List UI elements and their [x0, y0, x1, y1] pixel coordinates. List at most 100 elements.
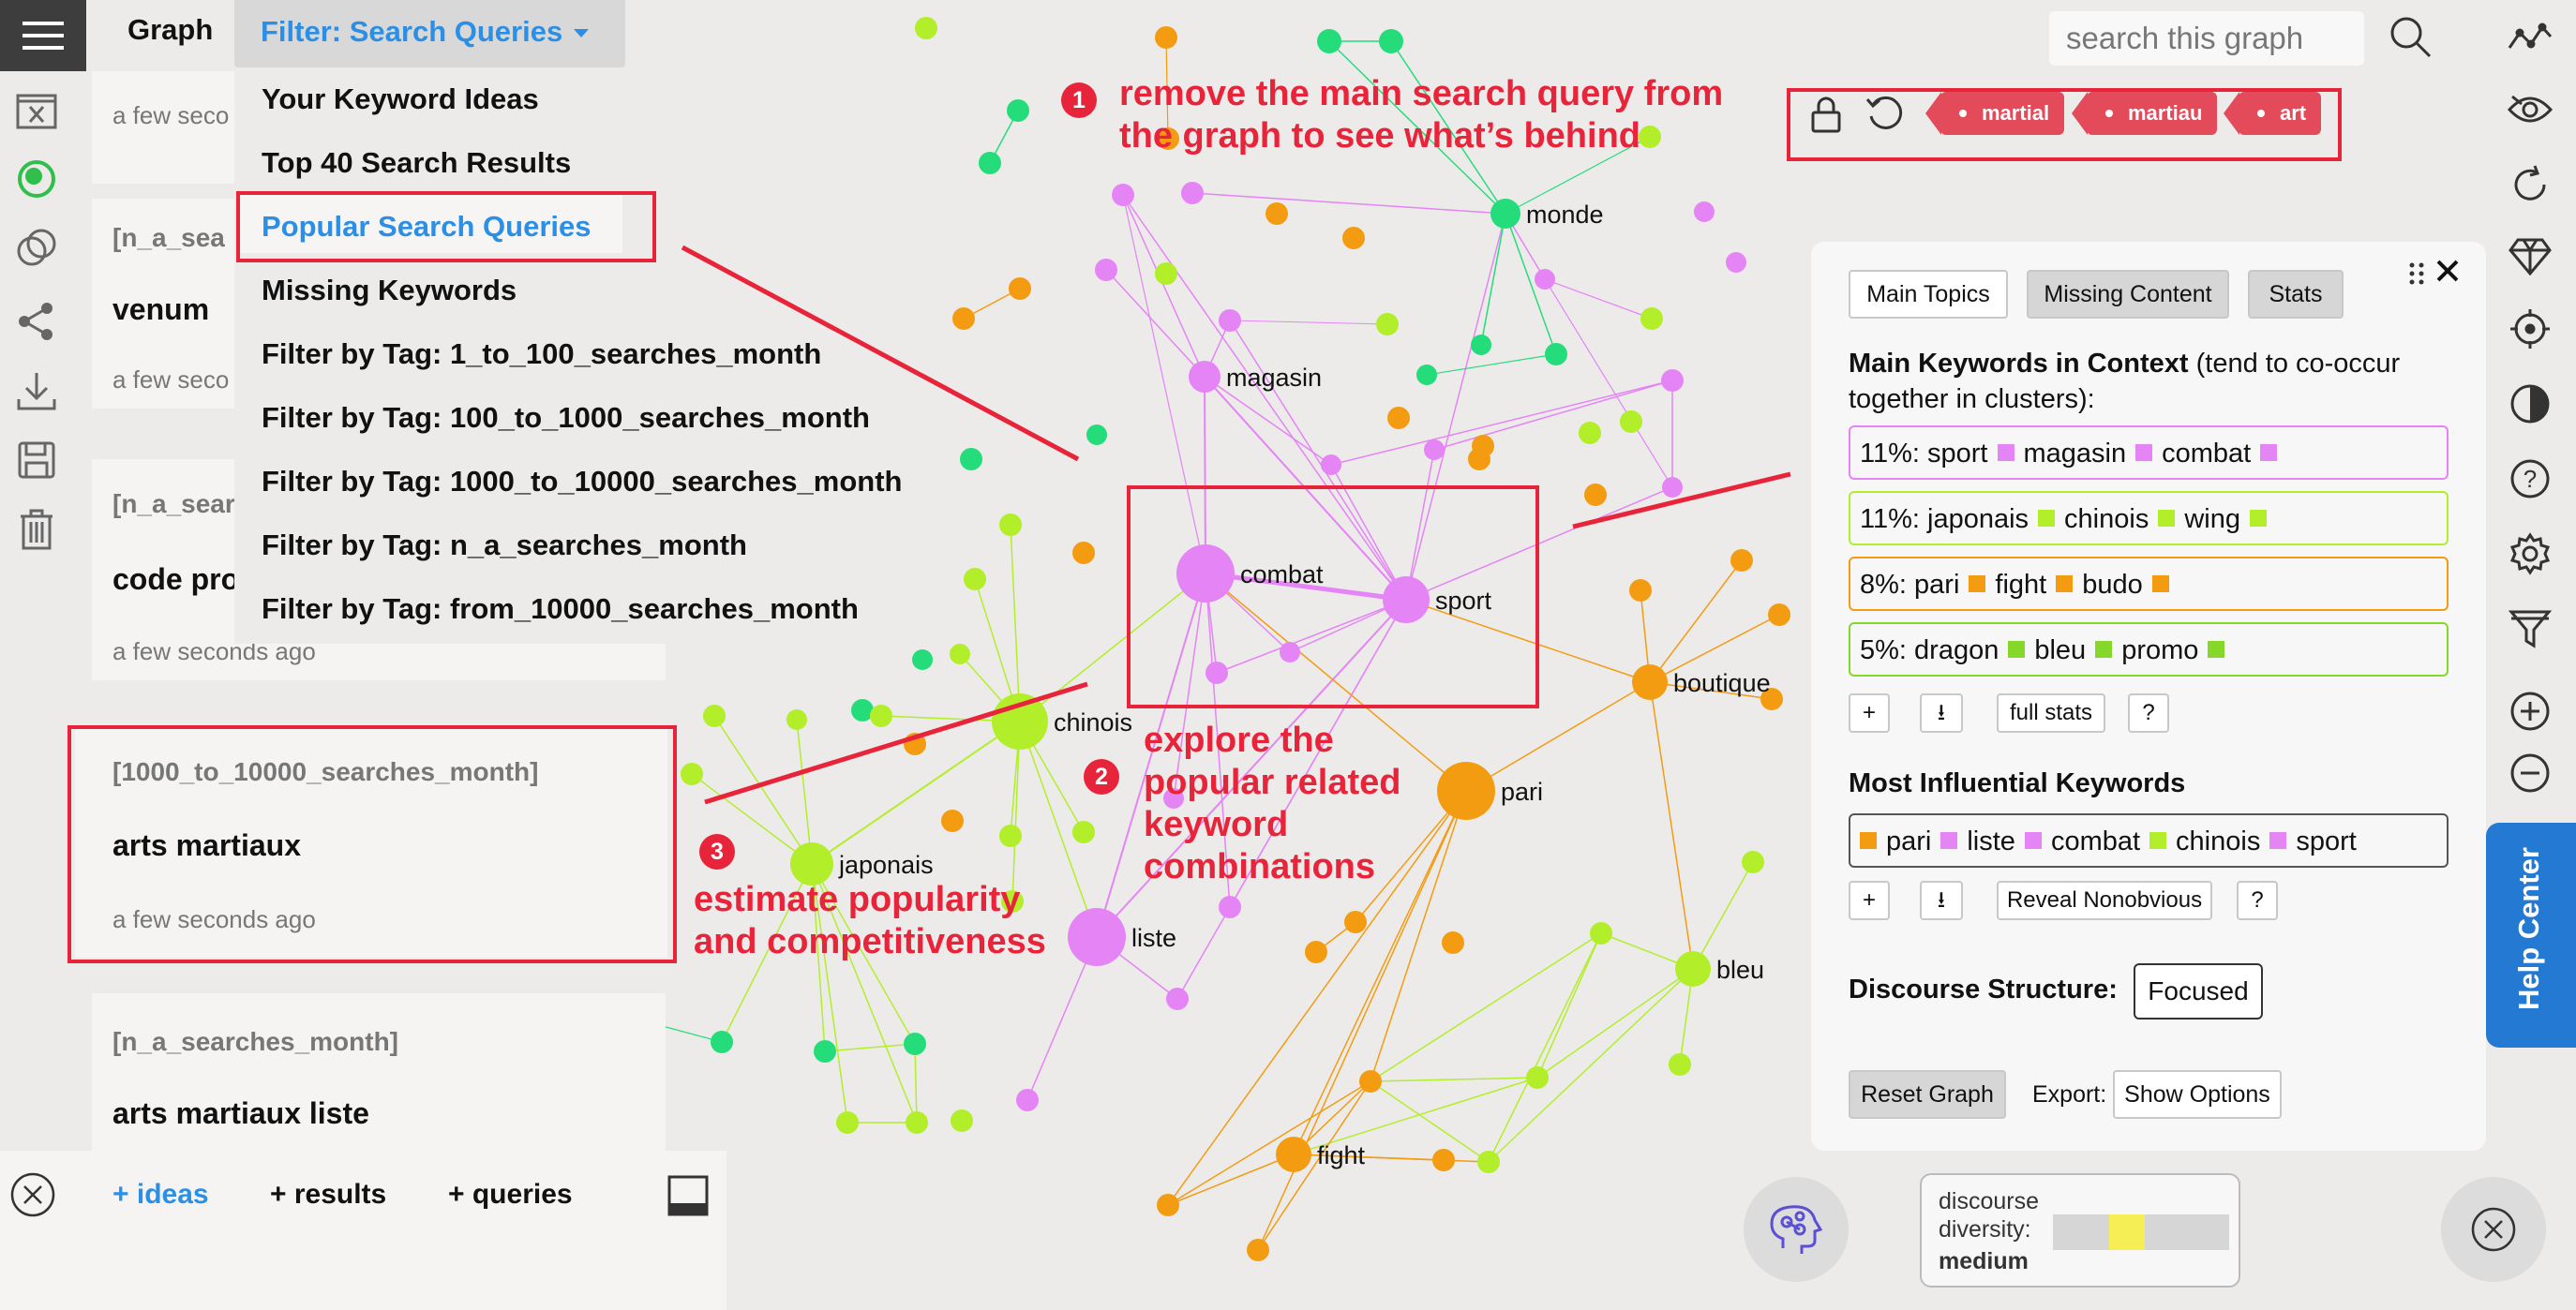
graph-node[interactable]: [1629, 579, 1652, 602]
graph-node[interactable]: [1579, 422, 1601, 444]
share-icon[interactable]: [13, 298, 60, 345]
graph-node[interactable]: [1545, 343, 1567, 365]
menu-item-tag-10000[interactable]: Filter by Tag: from_10000_searches_month: [262, 592, 859, 626]
graph-node[interactable]: [1068, 908, 1126, 966]
save-icon[interactable]: [13, 437, 60, 484]
menu-icon[interactable]: [0, 0, 86, 71]
graph-node[interactable]: [1694, 201, 1715, 222]
graph-node[interactable]: [979, 152, 1001, 174]
graph-node[interactable]: [1016, 1089, 1039, 1111]
graph-node[interactable]: [1620, 410, 1642, 433]
graph-node[interactable]: [960, 448, 982, 470]
graph-node[interactable]: [1181, 182, 1204, 204]
brain-assistant-button[interactable]: [1744, 1177, 1849, 1282]
graph-node[interactable]: [1086, 424, 1107, 445]
target-icon[interactable]: [2503, 302, 2557, 356]
graph-node-label[interactable]: magasin: [1226, 364, 1322, 392]
graph-node[interactable]: [1442, 931, 1464, 954]
graph-node[interactable]: [1768, 603, 1790, 626]
graph-node[interactable]: [1640, 307, 1663, 330]
graph-node[interactable]: [992, 693, 1048, 750]
graph-node[interactable]: [870, 705, 892, 727]
close-panel-button[interactable]: [2441, 1177, 2546, 1282]
graph-node[interactable]: [952, 307, 975, 330]
graph-node[interactable]: [1219, 896, 1241, 918]
graph-node[interactable]: [941, 810, 964, 832]
list-item[interactable]: [n_a_searches_month] arts martiaux liste: [92, 993, 666, 1153]
graph-node[interactable]: [786, 709, 807, 730]
menu-item-missing-keywords[interactable]: Missing Keywords: [262, 274, 517, 307]
lock-icon[interactable]: [1809, 96, 1843, 133]
add-results-button[interactable]: + results: [270, 1179, 386, 1211]
undo-icon[interactable]: [1865, 94, 1905, 133]
graph-node-label[interactable]: pari: [1501, 778, 1543, 806]
graph-node[interactable]: [915, 17, 937, 39]
reveal-nonobvious-button[interactable]: Reveal Nonobvious: [1997, 881, 2212, 920]
graph-node[interactable]: [1424, 439, 1445, 460]
graph-node-label[interactable]: chinois: [1054, 708, 1132, 737]
graph-node[interactable]: [1437, 762, 1495, 820]
tab-main-topics[interactable]: Main Topics: [1849, 270, 2008, 319]
menu-item-tag-1000-10000[interactable]: Filter by Tag: 1000_to_10000_searches_mo…: [262, 465, 902, 499]
panel-toggle-icon[interactable]: [667, 1175, 709, 1216]
discourse-structure-value[interactable]: Focused: [2134, 963, 2263, 1020]
graph-node[interactable]: [836, 1111, 859, 1134]
graph-node[interactable]: [999, 825, 1022, 847]
cluster-row[interactable]: 5%: dragon bleu promo: [1849, 622, 2449, 677]
close-file-icon[interactable]: [13, 86, 60, 133]
graph-node[interactable]: [1471, 335, 1491, 355]
graph-node[interactable]: [1661, 369, 1684, 392]
graph-node[interactable]: [1376, 313, 1399, 335]
tag-chip[interactable]: martial: [1925, 92, 2065, 135]
graph-node-label[interactable]: japonais: [838, 851, 934, 879]
help-button[interactable]: ?: [2128, 693, 2169, 733]
eye-icon[interactable]: [2503, 82, 2557, 137]
graph-node-label[interactable]: monde: [1526, 201, 1604, 229]
drag-handle-icon[interactable]: [2407, 261, 2428, 287]
cluster-row[interactable]: 11%: japonais chinois wing: [1849, 491, 2449, 545]
graph-node[interactable]: [1584, 484, 1607, 506]
search-icon[interactable]: [2387, 13, 2434, 60]
add-queries-button[interactable]: + queries: [448, 1179, 573, 1211]
download-icon[interactable]: [13, 367, 60, 414]
graph-node[interactable]: [1662, 477, 1683, 498]
tag-chip[interactable]: martiau: [2071, 92, 2218, 135]
graph-node-label[interactable]: boutique: [1673, 669, 1771, 697]
graph-node[interactable]: [1009, 277, 1031, 300]
graph-node[interactable]: [951, 1109, 973, 1132]
help-button[interactable]: ?: [2237, 881, 2278, 920]
add-ideas-button[interactable]: + ideas: [112, 1179, 209, 1211]
menu-item-tag-100-1000[interactable]: Filter by Tag: 100_to_1000_searches_mont…: [262, 401, 870, 435]
graph-node[interactable]: [1112, 184, 1134, 206]
graph-node[interactable]: [1526, 1066, 1549, 1089]
graph-node[interactable]: [711, 1031, 733, 1053]
close-circle-icon[interactable]: [9, 1171, 56, 1218]
filter-dropdown-button[interactable]: Filter: Search Queries: [234, 0, 625, 67]
reset-graph-button[interactable]: Reset Graph: [1849, 1070, 2006, 1119]
graph-node[interactable]: [906, 1111, 928, 1134]
graph-node[interactable]: [1166, 988, 1189, 1010]
graph-node[interactable]: [814, 1040, 836, 1063]
download-button[interactable]: ⭳: [1920, 693, 1963, 733]
add-button[interactable]: +: [1849, 881, 1890, 920]
close-icon[interactable]: [2434, 257, 2462, 285]
overlap-circles-icon[interactable]: [13, 225, 60, 272]
graph-node[interactable]: [964, 568, 986, 590]
graph-node[interactable]: [703, 705, 726, 727]
graph-node[interactable]: [1490, 199, 1520, 229]
graph-node[interactable]: [904, 733, 926, 755]
graph-node[interactable]: [1247, 1239, 1269, 1261]
full-stats-button[interactable]: full stats: [1997, 693, 2105, 733]
graph-node[interactable]: [1155, 262, 1177, 285]
show-options-button[interactable]: Show Options: [2113, 1070, 2282, 1119]
layers-icon[interactable]: [13, 156, 60, 202]
trash-icon[interactable]: [13, 506, 60, 553]
graph-node[interactable]: [1359, 1070, 1382, 1093]
graph-node[interactable]: [1321, 454, 1341, 475]
menu-item-tag-1-100[interactable]: Filter by Tag: 1_to_100_searches_month: [262, 337, 821, 371]
menu-item-top-results[interactable]: Top 40 Search Results: [262, 146, 571, 180]
graph-line-icon[interactable]: [2503, 11, 2557, 66]
graph-node[interactable]: [1276, 1137, 1311, 1172]
download-button[interactable]: ⭳: [1920, 881, 1963, 920]
graph-node[interactable]: [1590, 922, 1612, 945]
